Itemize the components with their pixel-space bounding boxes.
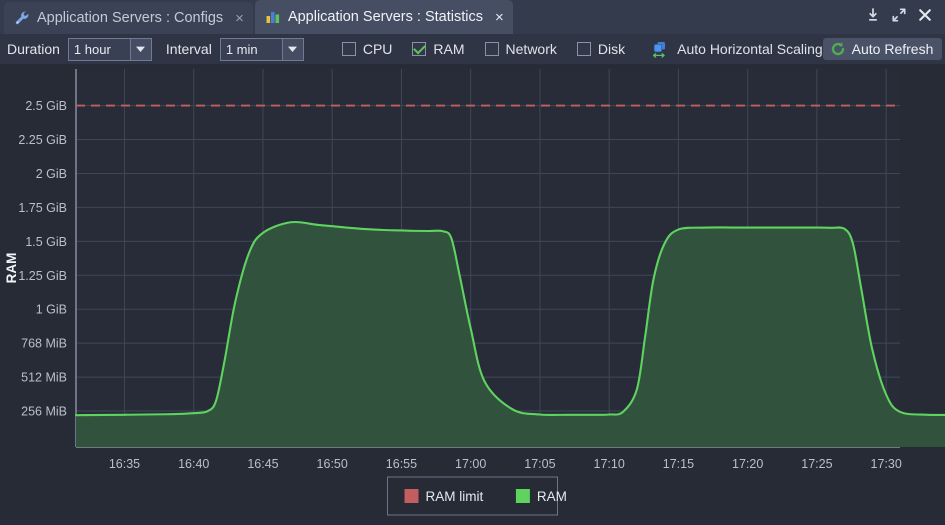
y-tick-label: 768 MiB (21, 337, 67, 351)
expand-icon[interactable] (887, 3, 911, 27)
close-icon[interactable] (913, 3, 937, 27)
interval-value: 1 min (219, 37, 282, 61)
auto-horizontal-scaling-label: Auto Horizontal Scaling (677, 41, 823, 57)
tab-label: Application Servers : Configs (37, 9, 224, 26)
checkbox-disk-label: Disk (597, 41, 626, 57)
tab-application-servers-configs[interactable]: Application Servers : Configs × (4, 2, 253, 34)
checkbox-ram[interactable]: RAM (412, 41, 465, 57)
refresh-icon (830, 41, 846, 57)
x-tick-label: 16:35 (109, 457, 140, 471)
checkbox-ram-label: RAM (433, 41, 465, 57)
y-axis-title: RAM (4, 253, 19, 284)
ram-chart-panel: 2.5 GiB 2.25 GiB 2 GiB 1.75 GiB 1.5 GiB 1.25 … (0, 65, 945, 525)
checkbox-ram-box[interactable] (412, 42, 427, 56)
y-tick-label: 2 GiB (36, 167, 67, 181)
checkbox-network[interactable]: Network (484, 41, 557, 57)
checkbox-network-box[interactable] (484, 42, 499, 56)
checkbox-disk-box[interactable] (576, 42, 591, 56)
x-tick-label: 16:55 (386, 457, 417, 471)
chart-toolbar: Duration 1 hour Interval 1 min CPU RAM N… (0, 34, 945, 65)
auto-horizontal-scaling-button[interactable]: Auto Horizontal Scaling (651, 40, 823, 59)
x-tick-label: 17:05 (524, 457, 555, 471)
interval-select[interactable]: 1 min (219, 37, 304, 61)
x-tick-label: 17:30 (871, 457, 902, 471)
y-tick-label: 1.75 GiB (18, 201, 67, 215)
y-tick-label: 2.5 GiB (25, 99, 67, 113)
duration-label: Duration (7, 41, 60, 57)
duration-value: 1 hour (67, 37, 130, 61)
ram-statistics-chart[interactable]: 2.5 GiB 2.25 GiB 2 GiB 1.75 GiB 1.5 GiB 1.25 … (0, 65, 945, 525)
auto-refresh-button[interactable]: Auto Refresh (822, 38, 943, 60)
legend-label: RAM limit (426, 489, 484, 504)
tab-label: Application Servers : Statistics (287, 8, 483, 25)
checkbox-network-label: Network (505, 41, 557, 57)
checkbox-cpu-label: CPU (362, 41, 393, 57)
x-tick-label: 16:40 (178, 457, 209, 471)
tab-close-icon[interactable]: × (232, 11, 247, 26)
x-tick-label: 16:50 (317, 457, 348, 471)
window-controls (861, 0, 945, 34)
y-tick-label: 512 MiB (21, 371, 67, 385)
wrench-icon (14, 10, 30, 26)
chevron-down-icon[interactable] (281, 37, 304, 61)
bar-chart-icon (265, 9, 281, 25)
duration-select[interactable]: 1 hour (67, 37, 152, 61)
x-tick-label: 17:15 (663, 457, 694, 471)
x-tick-label: 17:10 (594, 457, 625, 471)
x-tick-label: 17:25 (801, 457, 832, 471)
download-icon[interactable] (861, 3, 885, 27)
tab-bar: Application Servers : Configs × Applicat… (0, 0, 945, 34)
tab-close-icon[interactable]: × (492, 10, 507, 25)
y-tick-label: 1.5 GiB (25, 235, 67, 249)
y-tick-label: 1 GiB (36, 303, 67, 317)
checkbox-cpu-box[interactable] (341, 42, 356, 56)
y-tick-label: 1.25 GiB (18, 269, 67, 283)
auto-refresh-label: Auto Refresh (851, 41, 934, 57)
legend-swatch (515, 489, 530, 503)
statistics-window: Application Servers : Configs × Applicat… (0, 0, 945, 525)
checkbox-cpu[interactable]: CPU (341, 41, 393, 57)
legend-swatch (404, 489, 419, 503)
auto-horizontal-scaling-icon (651, 40, 670, 59)
interval-label: Interval (165, 41, 212, 57)
x-tick-label: 16:45 (247, 457, 278, 471)
chevron-down-icon[interactable] (129, 37, 152, 61)
x-tick-label: 17:00 (455, 457, 486, 471)
checkbox-disk[interactable]: Disk (576, 41, 626, 57)
legend-label: RAM (537, 489, 567, 504)
x-tick-label: 17:20 (732, 457, 763, 471)
y-tick-label: 2.25 GiB (18, 133, 67, 147)
tab-application-servers-statistics[interactable]: Application Servers : Statistics × (254, 0, 513, 34)
y-tick-label: 256 MiB (21, 405, 67, 419)
